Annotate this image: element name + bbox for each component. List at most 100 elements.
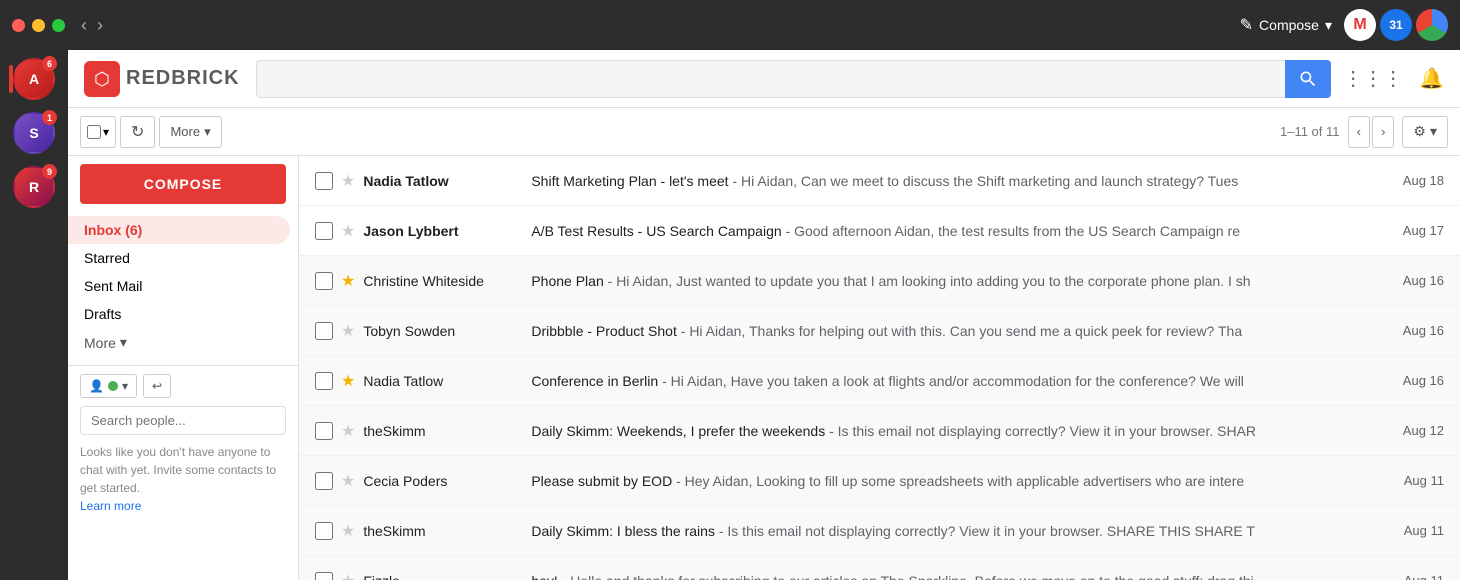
star-icon[interactable]: ★ bbox=[341, 171, 355, 191]
star-icon[interactable]: ★ bbox=[341, 471, 355, 491]
person-icon: 👤 bbox=[89, 379, 104, 393]
settings-arrow: ▾ bbox=[1430, 123, 1437, 140]
email-subject: A/B Test Results - US Search Campaign bbox=[531, 223, 781, 239]
email-checkbox[interactable] bbox=[315, 572, 333, 580]
email-row[interactable]: ★Tobyn SowdenDribbble - Product Shot - H… bbox=[299, 306, 1460, 356]
email-date: Aug 16 bbox=[1403, 323, 1444, 338]
forward-button[interactable]: › bbox=[97, 15, 103, 36]
email-body: Daily Skimm: Weekends, I prefer the week… bbox=[531, 423, 1386, 439]
chat-user-icon-button[interactable]: 👤 ▾ bbox=[80, 374, 137, 398]
gmail-toolbar: ▾ ↻ More ▾ 1–11 of 11 ‹ › ⚙ ▾ bbox=[68, 108, 1460, 156]
email-checkbox[interactable] bbox=[315, 222, 333, 240]
search-bar bbox=[256, 60, 1331, 98]
header-icons: ⋮⋮⋮ 🔔 bbox=[1343, 66, 1444, 91]
sidebar-item-starred[interactable]: Starred bbox=[68, 244, 290, 272]
compose-button[interactable]: COMPOSE bbox=[80, 164, 286, 204]
sidebar-item-more[interactable]: More ▾ bbox=[68, 328, 298, 357]
email-row[interactable]: ★Cecia PodersPlease submit by EOD - Hey … bbox=[299, 456, 1460, 506]
star-icon[interactable]: ★ bbox=[341, 521, 355, 541]
email-preview: - Hello and thanks for subscribing to ou… bbox=[558, 573, 1254, 580]
email-checkbox[interactable] bbox=[315, 522, 333, 540]
chat-dropdown-arrow: ▾ bbox=[122, 379, 128, 393]
email-row[interactable]: ★Nadia TatlowConference in Berlin - Hi A… bbox=[299, 356, 1460, 406]
email-row[interactable]: ★Nadia TatlowShift Marketing Plan - let'… bbox=[299, 156, 1460, 206]
email-body: Please submit by EOD - Hey Aidan, Lookin… bbox=[531, 473, 1387, 489]
sidebar-item-drafts[interactable]: Drafts bbox=[68, 300, 290, 328]
search-button[interactable] bbox=[1285, 60, 1331, 98]
email-checkbox[interactable] bbox=[315, 422, 333, 440]
prev-page-button[interactable]: ‹ bbox=[1348, 116, 1370, 148]
email-body: Dribbble - Product Shot - Hi Aidan, Than… bbox=[531, 323, 1386, 339]
user-avatar-2[interactable]: S 1 bbox=[13, 112, 55, 154]
email-body: A/B Test Results - US Search Campaign - … bbox=[531, 223, 1386, 239]
email-sender: Nadia Tatlow bbox=[363, 373, 523, 389]
chat-area: 👤 ▾ ↩ Looks like you don't have anyone t… bbox=[68, 365, 298, 523]
email-preview: - Is this email not displaying correctly… bbox=[715, 523, 1255, 539]
star-icon[interactable]: ★ bbox=[341, 321, 355, 341]
email-sender: Christine Whiteside bbox=[363, 273, 523, 289]
toolbar-left: ▾ ↻ More ▾ bbox=[80, 116, 222, 148]
sidebar-users: A 6 S 1 R 9 bbox=[0, 50, 68, 580]
email-date: Aug 16 bbox=[1403, 373, 1444, 388]
user-avatar-3[interactable]: R 9 bbox=[13, 166, 55, 208]
learn-more-link[interactable]: Learn more bbox=[80, 499, 141, 513]
email-checkbox[interactable] bbox=[315, 472, 333, 490]
chat-call-button[interactable]: ↩ bbox=[143, 374, 171, 398]
email-preview: - Hey Aidan, Looking to fill up some spr… bbox=[672, 473, 1244, 489]
sidebar-item-sent[interactable]: Sent Mail bbox=[68, 272, 290, 300]
search-input[interactable] bbox=[256, 60, 1285, 98]
more-arrow-icon: ▾ bbox=[120, 334, 127, 351]
sidebar-item-inbox[interactable]: Inbox (6) bbox=[68, 216, 290, 244]
refresh-button[interactable]: ↻ bbox=[120, 116, 155, 148]
settings-button[interactable]: ⚙ ▾ bbox=[1402, 116, 1448, 148]
email-preview: - Hi Aidan, Can we meet to discuss the S… bbox=[729, 173, 1239, 189]
nav-arrows: ‹ › bbox=[81, 15, 103, 36]
select-all-checkbox[interactable] bbox=[87, 125, 101, 139]
calendar-app-icon[interactable]: 31 bbox=[1380, 9, 1412, 41]
chat-search-input[interactable] bbox=[80, 406, 286, 435]
pagination-arrows: ‹ › bbox=[1348, 116, 1395, 148]
email-subject: Shift Marketing Plan - let's meet bbox=[531, 173, 728, 189]
email-checkbox[interactable] bbox=[315, 172, 333, 190]
titlebar-compose-label: Compose bbox=[1259, 17, 1319, 33]
main-container: A 6 S 1 R 9 ⬡ REDBRICK bbox=[0, 50, 1460, 580]
star-icon[interactable]: ★ bbox=[341, 271, 355, 291]
chat-controls: 👤 ▾ ↩ bbox=[80, 374, 286, 398]
star-icon[interactable]: ★ bbox=[341, 421, 355, 441]
star-icon[interactable]: ★ bbox=[341, 221, 355, 241]
drive-app-icon[interactable] bbox=[1416, 9, 1448, 41]
gmail-app-icon[interactable]: M bbox=[1344, 9, 1376, 41]
star-icon[interactable]: ★ bbox=[341, 571, 355, 580]
email-checkbox[interactable] bbox=[315, 322, 333, 340]
gmail-panel: ⬡ REDBRICK ⋮⋮⋮ 🔔 ▾ ↻ bbox=[68, 50, 1460, 580]
email-row[interactable]: ★Fizzlehey! - Hello and thanks for subsc… bbox=[299, 556, 1460, 580]
email-row[interactable]: ★theSkimmDaily Skimm: Weekends, I prefer… bbox=[299, 406, 1460, 456]
fullscreen-traffic-light[interactable] bbox=[52, 19, 65, 32]
email-subject: Conference in Berlin bbox=[531, 373, 658, 389]
back-button[interactable]: ‹ bbox=[81, 15, 87, 36]
email-date: Aug 18 bbox=[1403, 173, 1444, 188]
checkbox-dropdown-arrow: ▾ bbox=[103, 125, 109, 139]
settings-icon: ⚙ bbox=[1413, 123, 1426, 140]
email-checkbox[interactable] bbox=[315, 372, 333, 390]
apps-button[interactable]: ⋮⋮⋮ bbox=[1343, 66, 1403, 91]
email-checkbox[interactable] bbox=[315, 272, 333, 290]
close-traffic-light[interactable] bbox=[12, 19, 25, 32]
email-row[interactable]: ★ Christine Whiteside Phone Plan - Hi Aida… bbox=[299, 256, 1460, 306]
star-icon[interactable]: ★ bbox=[341, 371, 355, 391]
select-checkbox-button[interactable]: ▾ bbox=[80, 116, 116, 148]
more-sidebar-label: More bbox=[84, 335, 116, 351]
inbox-label: Inbox (6) bbox=[84, 222, 142, 238]
user-avatar-1[interactable]: A 6 bbox=[13, 58, 55, 100]
more-button[interactable]: More ▾ bbox=[159, 116, 221, 148]
email-row[interactable]: ★Jason LybbertA/B Test Results - US Sear… bbox=[299, 206, 1460, 256]
gmail-sidebar: COMPOSE Inbox (6) Starred Sent Mail Draf… bbox=[68, 156, 298, 580]
email-body: Phone Plan - Hi Aidan, Just wanted to up… bbox=[531, 273, 1386, 289]
minimize-traffic-light[interactable] bbox=[32, 19, 45, 32]
notifications-button[interactable]: 🔔 bbox=[1419, 66, 1444, 91]
next-page-button[interactable]: › bbox=[1372, 116, 1394, 148]
email-row[interactable]: ★theSkimmDaily Skimm: I bless the rains … bbox=[299, 506, 1460, 556]
titlebar-right: ✎ Compose ▾ M 31 bbox=[1240, 9, 1448, 41]
email-preview: - Is this email not displaying correctly… bbox=[825, 423, 1256, 439]
titlebar-compose-button[interactable]: ✎ Compose ▾ bbox=[1240, 15, 1332, 35]
